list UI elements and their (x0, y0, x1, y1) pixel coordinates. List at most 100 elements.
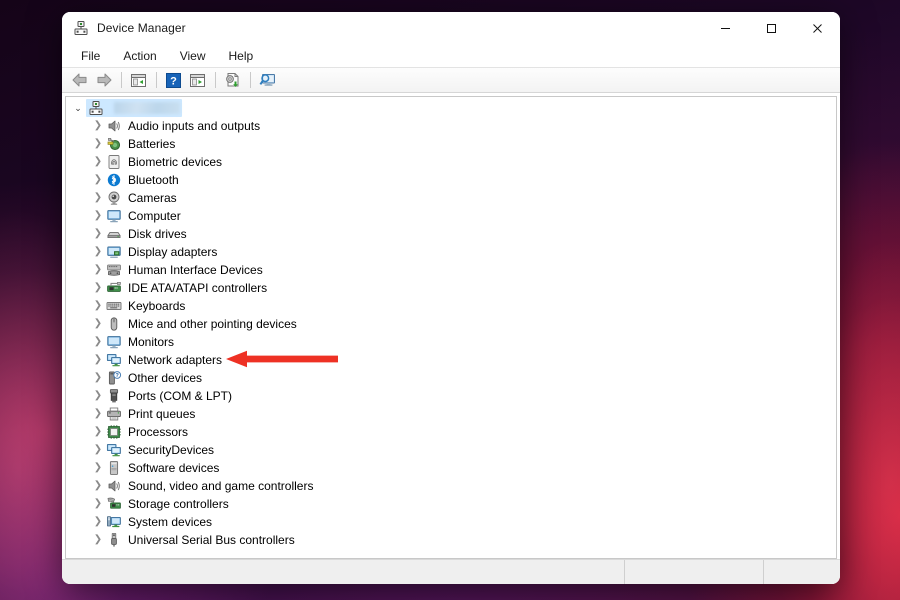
tree-item-bluetooth[interactable]: ❯ Bluetooth (66, 171, 836, 189)
menu-action[interactable]: Action (115, 47, 164, 65)
ide-controller-icon (106, 280, 122, 296)
forward-button[interactable] (92, 69, 115, 91)
show-hidden-devices-button[interactable] (256, 69, 279, 91)
tree-item-sound-video-and-game-controllers[interactable]: ❯ Sound, video and game controllers (66, 477, 836, 495)
tree-item-biometric-devices[interactable]: ❯ Biometric devices (66, 153, 836, 171)
tree-item-mice-and-other-pointing-devices[interactable]: ❯ Mice and other pointing devices (66, 315, 836, 333)
tree-item-security-devices[interactable]: ❯ SecurityDevices (66, 441, 836, 459)
update-driver-button[interactable] (221, 69, 244, 91)
chevron-right-icon[interactable]: ❯ (90, 301, 106, 311)
tree-item-system-devices[interactable]: ❯ System devices (66, 513, 836, 531)
status-pane-2 (625, 560, 764, 584)
chevron-right-icon[interactable]: ❯ (90, 193, 106, 203)
monitor-icon (106, 334, 122, 350)
chevron-right-icon[interactable]: ❯ (90, 535, 106, 545)
other-device-icon: ? (106, 370, 122, 386)
status-bar (62, 559, 840, 584)
help-question-icon: ? (166, 73, 181, 88)
display-adapter-icon (106, 244, 122, 260)
tree-item-label: Mice and other pointing devices (128, 316, 297, 332)
menu-help[interactable]: Help (221, 47, 262, 65)
tree-root-node[interactable]: ⌄ (66, 99, 836, 117)
chevron-right-icon[interactable]: ❯ (90, 481, 106, 491)
tree-item-computer[interactable]: ❯ Computer (66, 207, 836, 225)
chevron-right-icon[interactable]: ❯ (90, 157, 106, 167)
chevron-right-icon[interactable]: ❯ (90, 517, 106, 527)
chevron-down-icon[interactable]: ⌄ (70, 104, 86, 113)
maximize-button[interactable] (748, 12, 794, 44)
tree-item-cameras[interactable]: ❯ Cameras (66, 189, 836, 207)
fingerprint-icon (106, 154, 122, 170)
chevron-right-icon[interactable]: ❯ (90, 319, 106, 329)
tree-item-label: Audio inputs and outputs (128, 118, 260, 134)
chevron-right-icon[interactable]: ❯ (90, 355, 106, 365)
tree-item-software-devices[interactable]: ❯ Software devices (66, 459, 836, 477)
tree-item-ide-ata-atapi-controllers[interactable]: ❯ IDE ATA/ATAPI controllers (66, 279, 836, 297)
chevron-right-icon[interactable]: ❯ (90, 499, 106, 509)
chevron-right-icon[interactable]: ❯ (90, 121, 106, 131)
chevron-right-icon[interactable]: ❯ (90, 409, 106, 419)
chevron-right-icon[interactable]: ❯ (90, 211, 106, 221)
chevron-right-icon[interactable]: ❯ (90, 265, 106, 275)
camera-icon (106, 190, 122, 206)
tree-item-keyboards[interactable]: ❯ Keyboa (66, 297, 836, 315)
chevron-right-icon[interactable]: ❯ (90, 373, 106, 383)
tree-item-human-interface-devices[interactable]: ❯ Human Interface Devices (66, 261, 836, 279)
tree-item-disk-drives[interactable]: ❯ Disk drives (66, 225, 836, 243)
help-button[interactable]: ? (162, 69, 185, 91)
tree-item-label: Ports (COM & LPT) (128, 388, 232, 404)
tree-item-label: Sound, video and game controllers (128, 478, 313, 494)
monitor-scan-icon (259, 72, 277, 88)
close-button[interactable] (794, 12, 840, 44)
chevron-right-icon[interactable]: ❯ (90, 445, 106, 455)
tree-item-display-adapters[interactable]: ❯ Display adapters (66, 243, 836, 261)
tree-item-processors[interactable]: ❯ Processors (66, 423, 836, 441)
content-area: ⌄ ❯ (62, 93, 840, 559)
speaker-icon (106, 118, 122, 134)
svg-text:?: ? (116, 373, 119, 379)
tree-item-audio-inputs-and-outputs[interactable]: ❯ Audio inputs and outputs (66, 117, 836, 135)
chevron-right-icon[interactable]: ❯ (90, 247, 106, 257)
tree-item-label: Software devices (128, 460, 219, 476)
bluetooth-icon (106, 172, 122, 188)
tree-item-batteries[interactable]: ❯ Batteries (66, 135, 836, 153)
root-selection[interactable] (86, 99, 182, 117)
port-icon (106, 388, 122, 404)
chevron-right-icon[interactable]: ❯ (90, 139, 106, 149)
tree-item-network-adapters[interactable]: ❯ Network adapters (66, 351, 836, 369)
menu-view[interactable]: View (172, 47, 214, 65)
chevron-right-icon[interactable]: ❯ (90, 229, 106, 239)
tree-item-other-devices[interactable]: ❯ ? Other devices (66, 369, 836, 387)
tree-item-monitors[interactable]: ❯ Monitors (66, 333, 836, 351)
chevron-right-icon[interactable]: ❯ (90, 427, 106, 437)
chevron-right-icon[interactable]: ❯ (90, 283, 106, 293)
back-button[interactable] (68, 69, 91, 91)
title-bar[interactable]: Device Manager (62, 12, 840, 44)
tree-item-universal-serial-bus-controllers[interactable]: ❯ Universal Serial Bus controllers (66, 531, 836, 549)
tree-item-print-queues[interactable]: ❯ Print queues (66, 405, 836, 423)
computer-name-redacted (114, 102, 180, 114)
menu-file[interactable]: File (73, 47, 108, 65)
tree-item-label: Keyboards (128, 298, 185, 314)
hid-icon (106, 262, 122, 278)
chevron-right-icon[interactable]: ❯ (90, 337, 106, 347)
tree-item-storage-controllers[interactable]: ❯ Storage controllers (66, 495, 836, 513)
processor-icon (106, 424, 122, 440)
chevron-right-icon[interactable]: ❯ (90, 391, 106, 401)
device-tree[interactable]: ⌄ ❯ (65, 96, 837, 559)
scan-hardware-button[interactable] (186, 69, 209, 91)
minimize-button[interactable] (702, 12, 748, 44)
security-device-icon (106, 442, 122, 458)
printer-icon (106, 406, 122, 422)
toolbar-separator (215, 72, 216, 88)
tree-item-label: Human Interface Devices (128, 262, 263, 278)
tree-item-label: System devices (128, 514, 212, 530)
chevron-right-icon[interactable]: ❯ (90, 175, 106, 185)
chevron-right-icon[interactable]: ❯ (90, 463, 106, 473)
tree-item-label: Cameras (128, 190, 177, 206)
tree-item-label: Other devices (128, 370, 202, 386)
properties-button[interactable] (127, 69, 150, 91)
tree-item-label: Storage controllers (128, 496, 229, 512)
menu-bar: File Action View Help (62, 44, 840, 67)
tree-item-ports-com-and-lpt[interactable]: ❯ Ports (COM & LPT) (66, 387, 836, 405)
